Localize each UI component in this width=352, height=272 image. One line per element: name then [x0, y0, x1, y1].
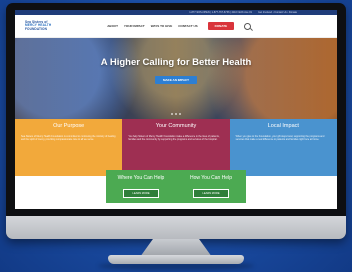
logo[interactable]: Sea Sisters of MERCY HEALTH FOUNDATION	[25, 20, 51, 31]
main-nav: ABOUT YOUR IMPACT WAYS TO GIVE CONTACT U…	[107, 24, 197, 28]
carousel-dot[interactable]	[171, 113, 173, 115]
monitor: 1-877-SOS-OPEN | 1-877-767-6736 | 4110 N…	[6, 3, 346, 239]
feature-cards: Our Purpose Sea Sisters of Mercy Health …	[15, 119, 337, 176]
where-you-can-help: Where You Can Help LEARN MORE	[106, 170, 176, 203]
nav-your-impact[interactable]: YOUR IMPACT	[124, 24, 145, 28]
card-local-impact: Local Impact When you give to the Founda…	[229, 119, 337, 176]
how-you-can-help: How You Can Help LEARN MORE	[176, 170, 246, 203]
make-an-impact-button[interactable]: MAKE AN IMPACT	[155, 76, 197, 84]
donate-button[interactable]: DONATE	[207, 22, 235, 30]
card-title: Your Community	[155, 123, 197, 129]
carousel-dot[interactable]	[175, 113, 177, 115]
logo-line-3: FOUNDATION	[25, 26, 48, 31]
carousel-dot[interactable]	[179, 113, 181, 115]
nav-contact-us[interactable]: CONTACT US	[178, 24, 197, 28]
nav-ways-to-give[interactable]: WAYS TO GIVE	[151, 24, 173, 28]
card-text: When you give to the Foundation, your gi…	[235, 135, 325, 142]
card-title: Our Purpose	[53, 123, 85, 129]
card-title: Local Impact	[267, 123, 299, 129]
nav-about[interactable]: ABOUT	[107, 24, 118, 28]
topbar-links[interactable]: Get Involved • Contact Us • Donate	[258, 11, 297, 14]
hero-banner: A Higher Calling for Better Health MAKE …	[15, 38, 337, 119]
help-panel: Where You Can Help LEARN MORE How You Ca…	[106, 170, 246, 203]
how-learn-more-button[interactable]: LEARN MORE	[193, 189, 229, 198]
help-title: Where You Can Help	[117, 175, 165, 181]
card-your-community: Your Community You help Sisters of Mercy…	[122, 119, 230, 176]
search-icon[interactable]	[244, 22, 252, 30]
monitor-chin	[6, 216, 346, 239]
screen: 1-877-SOS-OPEN | 1-877-767-6736 | 4110 N…	[15, 10, 337, 209]
topbar-contact: 1-877-SOS-OPEN | 1-877-767-6736 | 4110 N…	[189, 11, 252, 14]
monitor-base	[108, 255, 244, 264]
carousel-dots[interactable]	[171, 113, 181, 115]
help-title: How You Can Help	[190, 175, 232, 181]
hero-title: A Higher Calling for Better Health	[100, 57, 252, 68]
card-text: You help Sisters of Mercy Health Foundat…	[128, 135, 220, 142]
card-our-purpose: Our Purpose Sea Sisters of Mercy Health …	[15, 119, 123, 176]
site-header: Sea Sisters of MERCY HEALTH FOUNDATION A…	[15, 15, 337, 38]
where-learn-more-button[interactable]: LEARN MORE	[123, 189, 159, 198]
card-text: Sea Sisters of Mercy Health Foundation i…	[21, 135, 116, 142]
